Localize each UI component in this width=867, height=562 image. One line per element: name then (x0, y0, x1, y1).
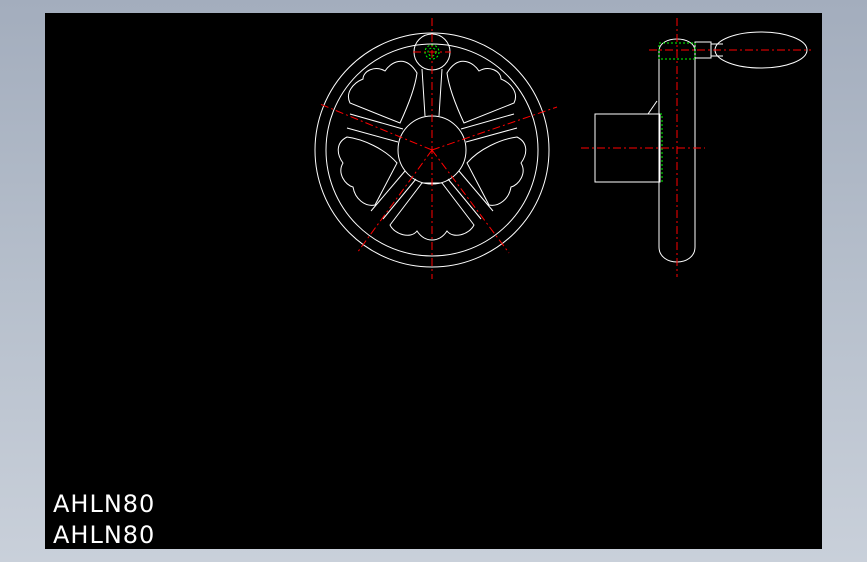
part-number-label: AHLN80 (53, 490, 156, 518)
front-view-centerlines (319, 18, 558, 279)
side-view (594, 31, 808, 263)
side-view-centerlines (581, 18, 811, 277)
side-view-hidden (658, 42, 696, 183)
part-number-label: AHLN80 (53, 521, 156, 549)
cad-viewport[interactable]: AHLN80 AHLN80 (45, 13, 822, 549)
handwheel-drawing (314, 18, 811, 279)
spoke-transition (647, 100, 658, 115)
